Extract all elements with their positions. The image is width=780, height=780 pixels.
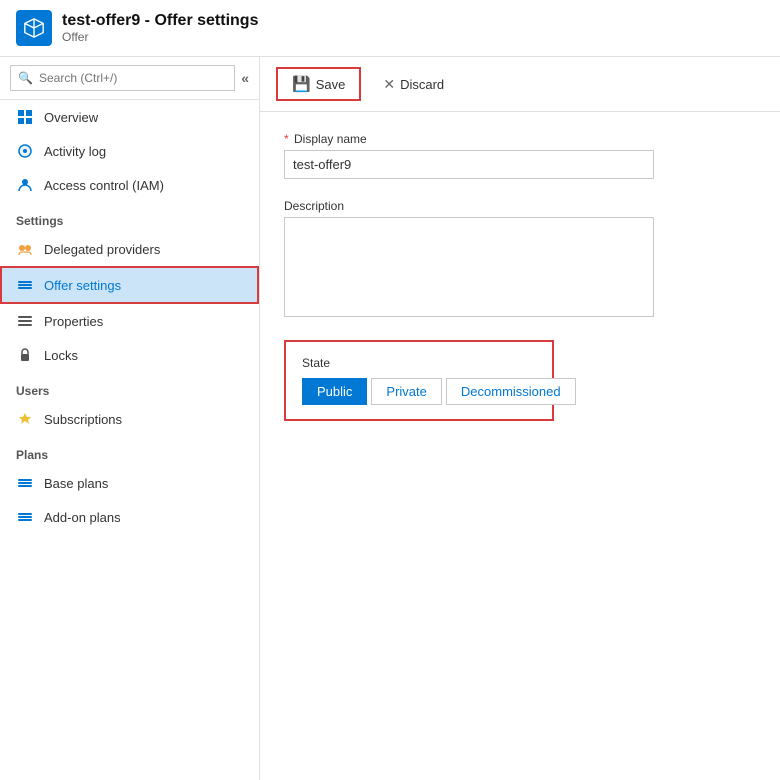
search-icon: 🔍 — [18, 71, 33, 85]
discard-button[interactable]: ✕ Discard — [369, 70, 458, 99]
addon-plans-icon — [16, 508, 34, 526]
sidebar-item-properties[interactable]: Properties — [0, 304, 259, 338]
header-text: test-offer9 - Offer settings Offer — [62, 12, 258, 44]
state-public-button[interactable]: Public — [302, 378, 367, 405]
sidebar-item-subscriptions[interactable]: Subscriptions — [0, 402, 259, 436]
sidebar-item-properties-label: Properties — [44, 314, 103, 329]
offer-icon — [16, 10, 52, 46]
display-name-input[interactable] — [284, 150, 654, 179]
offer-settings-icon — [16, 276, 34, 294]
sidebar-item-offer-settings-label: Offer settings — [44, 278, 121, 293]
display-name-label: * Display name — [284, 132, 756, 146]
section-settings: Settings — [0, 202, 259, 232]
state-decommissioned-button[interactable]: Decommissioned — [446, 378, 576, 405]
discard-label: Discard — [400, 77, 444, 92]
sidebar-item-delegated-providers[interactable]: Delegated providers — [0, 232, 259, 266]
main-layout: 🔍 « Overview Activity log — [0, 57, 780, 780]
description-group: Description — [284, 199, 756, 320]
sidebar-item-iam-label: Access control (IAM) — [44, 178, 164, 193]
sidebar-item-base-plans[interactable]: Base plans — [0, 466, 259, 500]
content-area: 💾 Save ✕ Discard * Display name — [260, 57, 780, 780]
sidebar-item-subscriptions-label: Subscriptions — [44, 412, 122, 427]
sidebar-item-delegated-label: Delegated providers — [44, 242, 160, 257]
toolbar: 💾 Save ✕ Discard — [260, 57, 780, 112]
sidebar-item-locks[interactable]: Locks — [0, 338, 259, 372]
form-area: * Display name Description State Public … — [260, 112, 780, 780]
base-plans-icon — [16, 474, 34, 492]
sidebar-item-activity-label: Activity log — [44, 144, 106, 159]
page-header: test-offer9 - Offer settings Offer — [0, 0, 780, 57]
sidebar-item-iam[interactable]: Access control (IAM) — [0, 168, 259, 202]
page-title: test-offer9 - Offer settings — [62, 12, 258, 30]
section-users: Users — [0, 372, 259, 402]
sidebar-item-addon-plans[interactable]: Add-on plans — [0, 500, 259, 534]
sidebar: 🔍 « Overview Activity log — [0, 57, 260, 780]
activity-icon — [16, 142, 34, 160]
iam-icon — [16, 176, 34, 194]
state-box: State Public Private Decommissioned — [284, 340, 554, 421]
sidebar-item-offer-settings[interactable]: Offer settings — [2, 268, 257, 302]
state-buttons: Public Private Decommissioned — [302, 378, 536, 405]
collapse-button[interactable]: « — [241, 70, 249, 86]
section-plans: Plans — [0, 436, 259, 466]
save-icon: 💾 — [292, 75, 311, 93]
properties-icon — [16, 312, 34, 330]
sidebar-item-activity-log[interactable]: Activity log — [0, 134, 259, 168]
discard-icon: ✕ — [383, 76, 395, 93]
required-marker: * — [284, 132, 289, 146]
sidebar-item-overview-label: Overview — [44, 110, 98, 125]
save-button[interactable]: 💾 Save — [276, 67, 361, 101]
locks-icon — [16, 346, 34, 364]
state-label: State — [302, 356, 536, 370]
delegated-icon — [16, 240, 34, 258]
sidebar-item-addon-plans-label: Add-on plans — [44, 510, 121, 525]
sidebar-item-base-plans-label: Base plans — [44, 476, 108, 491]
search-input[interactable] — [10, 65, 235, 91]
display-name-group: * Display name — [284, 132, 756, 179]
app-container: test-offer9 - Offer settings Offer 🔍 « O… — [0, 0, 780, 780]
sidebar-item-locks-label: Locks — [44, 348, 78, 363]
page-subtitle: Offer — [62, 30, 258, 44]
save-label: Save — [316, 77, 346, 92]
description-label: Description — [284, 199, 756, 213]
state-private-button[interactable]: Private — [371, 378, 441, 405]
description-input[interactable] — [284, 217, 654, 317]
overview-icon — [16, 108, 34, 126]
sidebar-item-overview[interactable]: Overview — [0, 100, 259, 134]
subscriptions-icon — [16, 410, 34, 428]
search-box: 🔍 « — [0, 57, 259, 100]
